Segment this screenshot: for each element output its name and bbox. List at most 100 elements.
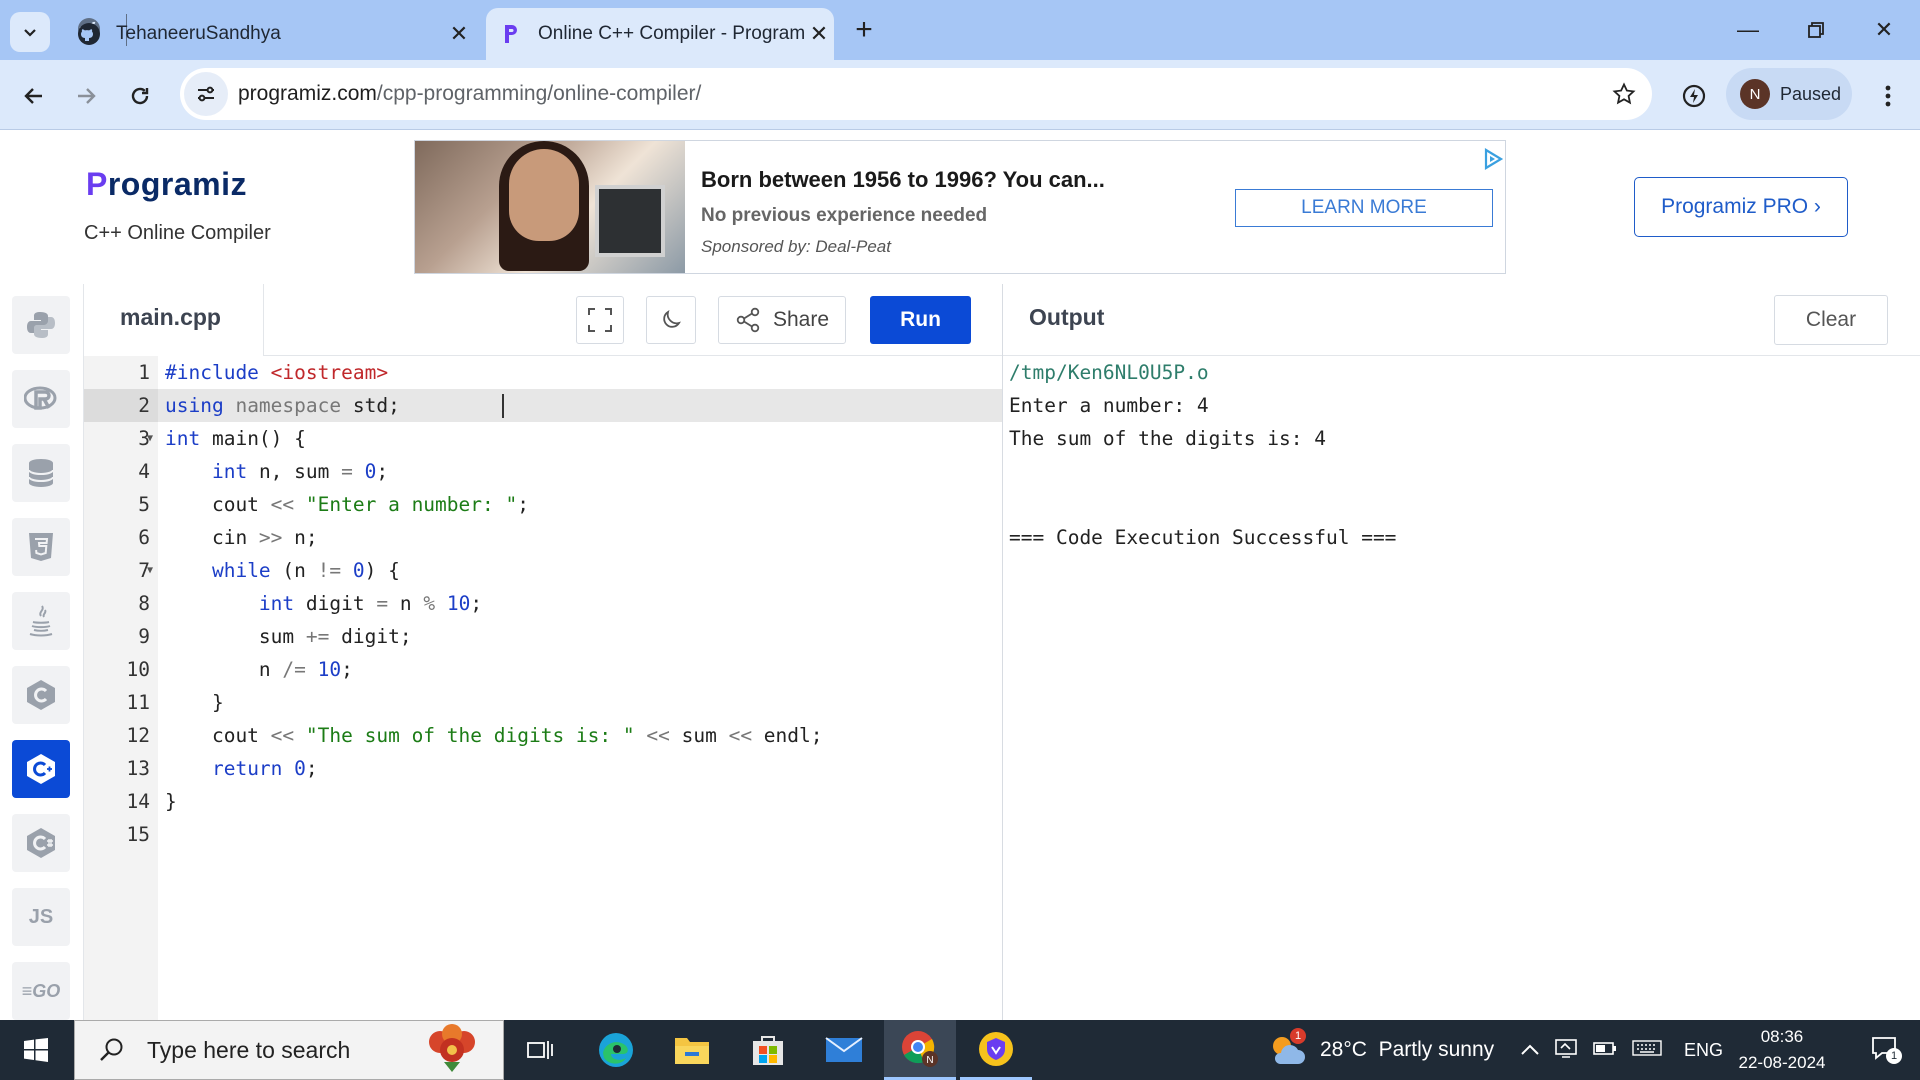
notification-count: 1 (1886, 1047, 1902, 1064)
code-line: } (165, 691, 224, 714)
rail-item-java[interactable] (12, 592, 70, 650)
theme-toggle-button[interactable] (646, 296, 696, 344)
chevron-down-icon (24, 29, 36, 37)
new-tab-button[interactable]: + (848, 13, 880, 46)
chrome-icon: N (902, 1030, 938, 1067)
tab-title: TehaneeruSandhya (116, 23, 281, 44)
html5-icon (29, 533, 53, 561)
restore-icon (1808, 22, 1824, 38)
line-number: 9 (138, 625, 150, 648)
browser-menu-button[interactable] (1868, 76, 1908, 116)
fullscreen-button[interactable] (576, 296, 624, 344)
r-icon (24, 386, 57, 410)
rail-item-csharp[interactable] (12, 814, 70, 872)
output-console[interactable]: /tmp/Ken6NL0U5P.o Enter a number: 4 The … (1009, 356, 1909, 554)
panel-divider[interactable] (1002, 284, 1003, 1020)
share-icon (736, 307, 760, 333)
rail-item-python[interactable] (12, 296, 70, 354)
taskbar-store[interactable] (732, 1020, 804, 1080)
performance-button[interactable] (1672, 74, 1716, 118)
tab-github[interactable]: TehaneeruSandhya ✕ (64, 8, 474, 60)
fold-toggle-icon[interactable]: ▼ (147, 554, 153, 587)
line-number: 8 (138, 592, 150, 615)
ad-banner[interactable]: Born between 1956 to 1996? You can... No… (414, 140, 1506, 274)
programiz-logo[interactable]: Programiz (86, 166, 247, 203)
logo-text: rogramiz (107, 166, 247, 202)
rail-item-r[interactable] (12, 370, 70, 428)
clock-time: 08:36 (1760, 1027, 1804, 1046)
rail-item-cpp[interactable] (12, 740, 70, 798)
share-button[interactable]: Share (718, 296, 846, 344)
notifications-button[interactable]: 1 (1856, 1020, 1912, 1080)
restore-button[interactable] (1786, 8, 1846, 52)
partly-sunny-icon: 1 (1268, 1028, 1308, 1070)
language-indicator[interactable]: ENG (1684, 1040, 1723, 1061)
display-icon[interactable] (1554, 1037, 1578, 1064)
rail-item-js[interactable]: JS (12, 888, 70, 946)
task-view-icon (527, 1041, 553, 1059)
java-icon (29, 605, 53, 637)
clear-button[interactable]: Clear (1774, 295, 1888, 345)
forward-button[interactable] (66, 76, 106, 116)
output-line: The sum of the digits is: 4 (1009, 427, 1326, 450)
taskbar-vpn-app[interactable] (960, 1020, 1032, 1080)
site-info-icon[interactable] (184, 72, 228, 116)
taskbar-file-explorer[interactable] (656, 1020, 728, 1080)
bookmark-star-icon[interactable] (1604, 74, 1644, 114)
line-number: 4 (138, 460, 150, 483)
minimize-button[interactable]: — (1718, 8, 1778, 52)
chevron-up-icon[interactable] (1520, 1040, 1540, 1061)
reload-icon (131, 87, 149, 105)
python-icon (27, 312, 55, 338)
weather-text: 28°C Partly sunny (1320, 1038, 1495, 1061)
reload-button[interactable] (120, 76, 160, 116)
line-number: 6 (138, 526, 150, 549)
programiz-pro-button[interactable]: Programiz PRO › (1634, 177, 1848, 237)
rail-item-html[interactable] (12, 518, 70, 576)
close-window-button[interactable]: ✕ (1854, 8, 1914, 52)
line-number: 1 (138, 361, 150, 384)
tab-programiz[interactable]: Online C++ Compiler - Programiz ✕ (486, 8, 834, 60)
ad-learn-more-button[interactable]: LEARN MORE (1235, 189, 1493, 227)
start-button[interactable] (0, 1020, 72, 1080)
code-line: #include <iostream> (165, 361, 389, 384)
taskbar-edge[interactable] (580, 1020, 652, 1080)
line-number: 11 (126, 691, 150, 714)
back-button[interactable] (14, 76, 54, 116)
task-view-button[interactable] (504, 1020, 576, 1080)
line-number: 15 (126, 823, 150, 846)
taskbar-mail[interactable] (808, 1020, 880, 1080)
tab-search-button[interactable] (10, 12, 50, 52)
fold-toggle-icon[interactable]: ▼ (147, 422, 153, 455)
ad-image[interactable] (415, 141, 685, 273)
rail-item-c[interactable] (12, 666, 70, 724)
taskbar-search[interactable]: Type here to search (74, 1020, 504, 1080)
address-bar[interactable]: programiz.com/cpp-programming/online-com… (180, 68, 1652, 120)
keyboard-icon[interactable] (1632, 1039, 1662, 1062)
rail-item-sql[interactable] (12, 444, 70, 502)
weather-widget[interactable]: 1 28°C Partly sunny (1268, 1020, 1494, 1080)
code-editor[interactable]: 1 2 3 4 5 6 7 8 9 10 11 12 13 14 15 ▼ ▼ … (84, 356, 1002, 1020)
minimize-icon: — (1737, 17, 1759, 42)
ad-headline[interactable]: Born between 1956 to 1996? You can... (701, 167, 1105, 193)
run-button[interactable]: Run (870, 296, 971, 344)
close-tab-icon[interactable]: ✕ (444, 21, 474, 47)
sql-icon (28, 459, 54, 487)
shield-app-icon (979, 1031, 1013, 1066)
taskbar-chrome[interactable]: N (884, 1020, 956, 1080)
line-number: 7 (138, 559, 150, 582)
profile-button[interactable]: N Paused (1726, 68, 1852, 120)
adchoices-icon[interactable] (1481, 147, 1505, 171)
weather-alert-badge: 1 (1290, 1028, 1306, 1044)
clock[interactable]: 08:36 22-08-2024 (1720, 1024, 1844, 1076)
battery-icon[interactable] (1592, 1039, 1618, 1062)
code-line: int digit = n % 10; (258, 592, 483, 615)
profile-status: Paused (1780, 83, 1842, 104)
close-tab-icon[interactable]: ✕ (804, 21, 834, 47)
more-vertical-icon (1885, 85, 1891, 107)
go-icon: ≡GO (21, 980, 61, 1001)
logo-initial: P (86, 166, 108, 202)
rail-item-go[interactable]: ≡GO (12, 962, 70, 1020)
mail-icon (825, 1037, 863, 1062)
